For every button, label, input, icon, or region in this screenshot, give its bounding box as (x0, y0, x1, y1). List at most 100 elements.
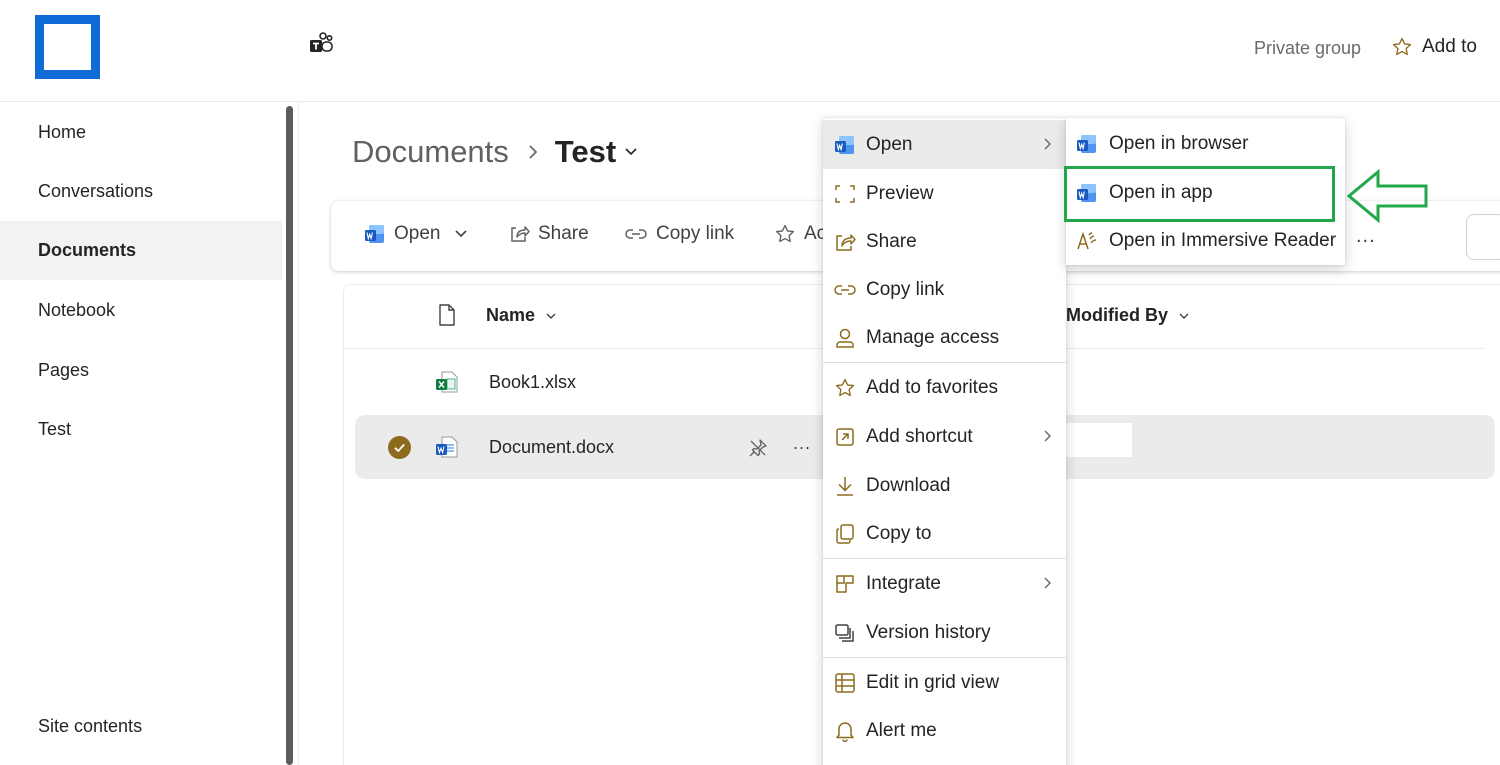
menu-item-manage-access[interactable]: Manage access (823, 313, 1066, 362)
nav-item-conversations[interactable]: Conversations (0, 162, 282, 221)
menu-item-label: Add to favorites (866, 376, 999, 398)
add-to-favorites-button[interactable]: Add to (1391, 36, 1477, 58)
teams-icon[interactable] (308, 32, 334, 56)
pane-toggle-button[interactable] (1466, 214, 1500, 260)
breadcrumb-current[interactable]: Test (555, 134, 616, 170)
column-header-modified-by[interactable]: Modified By (1066, 305, 1190, 326)
column-header-label: Modified By (1066, 305, 1168, 325)
nav-item-site-contents[interactable]: Site contents (0, 697, 282, 756)
excel-file-icon (435, 370, 459, 394)
nav-scrollbar[interactable] (286, 106, 293, 765)
chevron-right-icon (1043, 576, 1052, 590)
column-header-label: Name (486, 305, 536, 325)
menu-item-download[interactable]: Download (823, 461, 1066, 510)
version-history-icon (834, 622, 856, 644)
star-icon (774, 223, 796, 245)
menu-item-open[interactable]: Open (823, 120, 1066, 169)
content-divider (298, 102, 299, 765)
nav-item-label: Site contents (38, 716, 143, 736)
menu-item-add-shortcut[interactable]: Add shortcut (823, 412, 1066, 461)
nav-item-label: Test (38, 419, 72, 439)
checkmark-icon[interactable] (388, 436, 411, 459)
chevron-down-icon (545, 312, 557, 320)
menu-item-label: Manage access (866, 326, 1000, 348)
integrate-icon (834, 573, 856, 595)
preview-icon (834, 183, 856, 205)
menu-item-alert-me[interactable]: Alert me (823, 706, 1066, 755)
share-icon (834, 231, 856, 253)
menu-item-open-in-browser[interactable]: Open in browser (1066, 119, 1345, 168)
link-icon (834, 279, 856, 301)
row-more-button[interactable]: ... (793, 433, 811, 454)
menu-item-preview[interactable]: Preview (823, 169, 1066, 218)
share-icon (508, 223, 530, 245)
menu-item-label: Copy to (866, 522, 932, 544)
breadcrumb-root[interactable]: Documents (352, 134, 509, 170)
nav-item-documents[interactable]: Documents (0, 221, 282, 280)
grid-icon (834, 672, 856, 694)
menu-item-share[interactable]: Share (823, 217, 1066, 266)
column-header-name[interactable]: Name (486, 305, 557, 326)
menu-item-integrate[interactable]: Integrate (823, 559, 1066, 608)
person-icon (834, 327, 856, 349)
menu-item-label: Open (866, 133, 913, 155)
word-app-icon (834, 134, 856, 156)
nav-item-label: Pages (38, 360, 90, 380)
chevron-down-icon (1178, 312, 1190, 320)
shortcut-icon (834, 426, 856, 448)
open-button[interactable]: Open (364, 223, 468, 245)
nav-item-label: Conversations (38, 181, 154, 201)
copy-link-button[interactable]: Copy link (624, 223, 734, 245)
copy-icon (834, 523, 856, 545)
modified-by-cell (1066, 423, 1132, 457)
share-button[interactable]: Share (508, 223, 589, 245)
highlight-box (1064, 166, 1335, 222)
menu-item-open-in-immersive-reader[interactable]: Open in Immersive Reader (1066, 216, 1345, 265)
nav-item-label: Documents (38, 240, 137, 260)
file-name[interactable]: Document.docx (489, 437, 614, 458)
private-group-label: Private group (1254, 38, 1362, 58)
copy-link-label: Copy link (656, 223, 735, 244)
menu-item-version-history[interactable]: Version history (823, 608, 1066, 657)
site-logo[interactable] (35, 15, 100, 79)
menu-item-label: Open in browser (1109, 132, 1249, 154)
breadcrumb: Documents Test (352, 132, 638, 172)
menu-item-label: Version history (866, 621, 991, 643)
file-type-icon[interactable] (438, 304, 456, 326)
nav-item-label: Notebook (38, 300, 116, 320)
share-file-icon[interactable] (748, 438, 768, 458)
menu-item-copy-link[interactable]: Copy link (823, 265, 1066, 314)
menu-item-label: Integrate (866, 572, 941, 594)
nav-item-home[interactable]: Home (0, 103, 282, 162)
menu-item-label: Share (866, 230, 917, 252)
nav-item-notebook[interactable]: Notebook (0, 281, 282, 340)
menu-item-label: Alert me (866, 719, 937, 741)
menu-item-edit-in-grid-view[interactable]: Edit in grid view (823, 658, 1066, 707)
open-label: Open (394, 223, 441, 244)
chevron-down-icon (454, 229, 468, 239)
arrow-left-icon (1346, 168, 1430, 224)
link-icon (624, 223, 648, 245)
chevron-right-icon (1043, 137, 1052, 151)
left-navigation: Home Conversations Documents Notebook Pa… (0, 102, 282, 765)
file-name[interactable]: Book1.xlsx (489, 372, 576, 393)
menu-item-add-to-favorites[interactable]: Add to favorites (823, 363, 1066, 412)
share-label: Share (538, 223, 589, 244)
star-icon (834, 377, 856, 399)
word-app-icon (364, 223, 386, 245)
immersive-reader-icon (1076, 230, 1098, 252)
menu-item-label: Download (866, 474, 951, 496)
bell-icon (834, 720, 856, 742)
chevron-right-icon (1043, 429, 1052, 443)
chevron-down-icon[interactable] (624, 147, 638, 157)
nav-item-test[interactable]: Test (0, 400, 282, 459)
add-to-button-partial[interactable]: Ac (774, 223, 826, 245)
context-menu: Open Preview Share Copy link Manage acce… (823, 118, 1066, 765)
more-actions-button[interactable]: ... (1356, 225, 1376, 248)
menu-item-label: Edit in grid view (866, 671, 1000, 693)
menu-item-copy-to[interactable]: Copy to (823, 509, 1066, 558)
menu-item-label: Add shortcut (866, 425, 973, 447)
nav-item-pages[interactable]: Pages (0, 341, 282, 400)
word-file-icon (435, 435, 459, 459)
star-icon (1391, 36, 1413, 58)
